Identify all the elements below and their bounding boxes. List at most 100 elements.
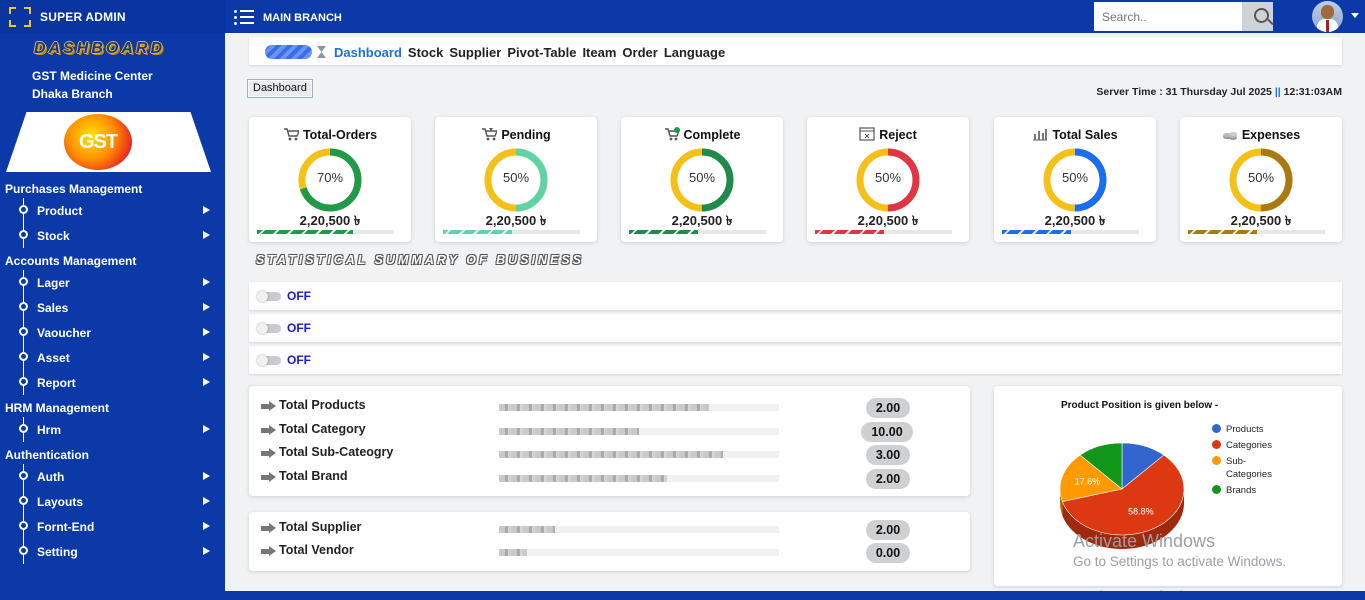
card-title-text: Total-Orders bbox=[302, 128, 378, 142]
circle-node-icon bbox=[19, 521, 28, 530]
cart-icon bbox=[283, 127, 300, 141]
focus-frame-icon bbox=[9, 6, 31, 27]
chevron-right-icon bbox=[203, 231, 210, 239]
search-input[interactable] bbox=[1094, 2, 1242, 31]
server-time-clock: 12:31:03AM bbox=[1283, 86, 1342, 98]
toggle-row: OFF bbox=[249, 346, 1342, 374]
card-percent: 50% bbox=[1061, 170, 1089, 185]
nav-link-pivot-table[interactable]: Pivot-Table bbox=[507, 45, 576, 60]
bar-chart-icon bbox=[1032, 127, 1048, 141]
dashboard-button[interactable]: Dashboard bbox=[247, 79, 313, 98]
stat-card-total-sales[interactable]: Total Sales 50% 2,20,500 ৳ bbox=[994, 117, 1156, 242]
sidebar-item-hrm[interactable]: Hrm bbox=[0, 417, 225, 442]
legend-label: Sub-Categories bbox=[1226, 456, 1272, 480]
nav-link-order[interactable]: Order bbox=[622, 45, 657, 60]
summary-title: STATISTICAL SUMMARY OF BUSINESS bbox=[256, 253, 584, 267]
server-time-label: Server Time : bbox=[1096, 86, 1163, 98]
server-time: Server Time : 31 Thursday Jul 2025 || 12… bbox=[1096, 86, 1342, 98]
sidebar-menu: Purchases Management Product Stock Accounts… bbox=[0, 180, 225, 564]
card-title: Expenses bbox=[1180, 127, 1342, 142]
legend-item-categories[interactable]: Categories bbox=[1212, 439, 1282, 452]
stat-card-total-orders[interactable]: Total-Orders 70% 2,20,500 ৳ bbox=[249, 117, 411, 242]
total-value-badge: 2.00 bbox=[866, 520, 910, 540]
toggle-switch[interactable] bbox=[257, 355, 281, 366]
legend-dot-icon bbox=[1212, 456, 1221, 465]
chevron-right-icon bbox=[203, 303, 210, 311]
nav-link-language[interactable]: Language bbox=[664, 45, 725, 60]
toggle-switch[interactable] bbox=[257, 291, 281, 302]
total-progress-track bbox=[499, 549, 779, 556]
card-title: Pending bbox=[435, 127, 597, 142]
sidebar-item-asset[interactable]: Asset bbox=[0, 345, 225, 370]
nav-link-stock[interactable]: Stock bbox=[408, 45, 443, 60]
chevron-right-icon bbox=[203, 378, 210, 386]
total-progress-fill bbox=[499, 404, 709, 411]
legend-item-products[interactable]: Products bbox=[1212, 423, 1282, 436]
chevron-right-icon bbox=[203, 522, 210, 530]
stat-card-pending[interactable]: Pending 50% 2,20,500 ৳ bbox=[435, 117, 597, 242]
search-button[interactable] bbox=[1242, 2, 1274, 31]
chevron-down-icon[interactable] bbox=[1351, 13, 1359, 18]
card-progress-bar bbox=[257, 230, 394, 234]
arrow-right-icon bbox=[261, 448, 276, 458]
sidebar-item-lager[interactable]: Lager bbox=[0, 270, 225, 295]
legend-dot-icon bbox=[1212, 424, 1221, 433]
sidebar-section-title: Authentication bbox=[5, 448, 89, 462]
card-progress-bar bbox=[629, 230, 766, 234]
menu-list-icon[interactable] bbox=[234, 10, 254, 26]
stat-card-expenses[interactable]: Expenses 50% 2,20,500 ৳ bbox=[1180, 117, 1342, 242]
calendar-x-icon bbox=[859, 127, 875, 141]
total-progress-fill bbox=[499, 549, 527, 556]
total-name: Total Products bbox=[279, 398, 366, 412]
sidebar-section-title: Accounts Management bbox=[5, 254, 137, 268]
card-progress-bar bbox=[443, 230, 580, 234]
card-title: Total-Orders bbox=[249, 127, 411, 142]
total-value-badge: 2.00 bbox=[866, 398, 910, 418]
total-value-badge: 10.00 bbox=[861, 422, 913, 442]
total-progress-track bbox=[499, 451, 779, 458]
sidebar: SUPER ADMIN DASHBOARD GST Medicine Cente… bbox=[0, 0, 225, 600]
sidebar-item-label: Setting bbox=[37, 544, 78, 559]
org-line-1: GST Medicine Center bbox=[32, 69, 153, 83]
avatar[interactable] bbox=[1312, 1, 1343, 32]
legend-item-brands[interactable]: Brands bbox=[1212, 484, 1282, 497]
stat-card-complete[interactable]: Complete 50% 2,20,500 ৳ bbox=[621, 117, 783, 242]
hourglass-icon bbox=[317, 46, 326, 58]
sidebar-item-report[interactable]: Report bbox=[0, 370, 225, 395]
total-progress-fill bbox=[499, 526, 555, 533]
sidebar-item-sales[interactable]: Sales bbox=[0, 295, 225, 320]
sidebar-item-layouts[interactable]: Layouts bbox=[0, 489, 225, 514]
card-title-text: Reject bbox=[879, 128, 917, 142]
legend-item-sub-categories[interactable]: Sub-Categories bbox=[1212, 455, 1282, 481]
sidebar-item-stock[interactable]: Stock bbox=[0, 223, 225, 248]
stat-card-reject[interactable]: Reject 50% 2,20,500 ৳ bbox=[807, 117, 969, 242]
total-progress-fill bbox=[499, 428, 639, 435]
card-title: Total Sales bbox=[994, 127, 1156, 142]
bottom-strip bbox=[225, 591, 1365, 600]
sidebar-item-auth[interactable]: Auth bbox=[0, 464, 225, 489]
circle-node-icon bbox=[19, 277, 28, 286]
sidebar-item-product[interactable]: Product bbox=[0, 198, 225, 223]
sidebar-item-label: Report bbox=[37, 375, 76, 390]
chevron-right-icon bbox=[203, 328, 210, 336]
dashboard-heading[interactable]: DASHBOARD bbox=[34, 40, 225, 58]
sidebar-item-vaoucher[interactable]: Vaoucher bbox=[0, 320, 225, 345]
nav-link-dashboard[interactable]: Dashboard bbox=[334, 45, 402, 60]
total-name: Total Vendor bbox=[279, 543, 354, 557]
circle-node-icon bbox=[19, 496, 28, 505]
sidebar-item-setting[interactable]: Setting bbox=[0, 539, 225, 564]
arrow-right-icon bbox=[261, 472, 276, 482]
sidebar-item-fornt-end[interactable]: Fornt-End bbox=[0, 514, 225, 539]
cart-hourglass-icon bbox=[481, 127, 499, 141]
circle-node-icon bbox=[19, 377, 28, 386]
sidebar-item-label: Hrm bbox=[37, 422, 62, 437]
chevron-right-icon bbox=[203, 497, 210, 505]
watermark-line-1: Activate Windows bbox=[1073, 531, 1216, 551]
nav-link-iteam[interactable]: Iteam bbox=[582, 45, 616, 60]
sidebar-item-label: Sales bbox=[37, 300, 69, 315]
nav-link-supplier[interactable]: Supplier bbox=[449, 45, 501, 60]
total-name: Total Category bbox=[279, 422, 366, 436]
org-line-2: Dhaka Branch bbox=[32, 87, 113, 101]
card-percent: 50% bbox=[1247, 170, 1275, 185]
toggle-switch[interactable] bbox=[257, 323, 281, 334]
